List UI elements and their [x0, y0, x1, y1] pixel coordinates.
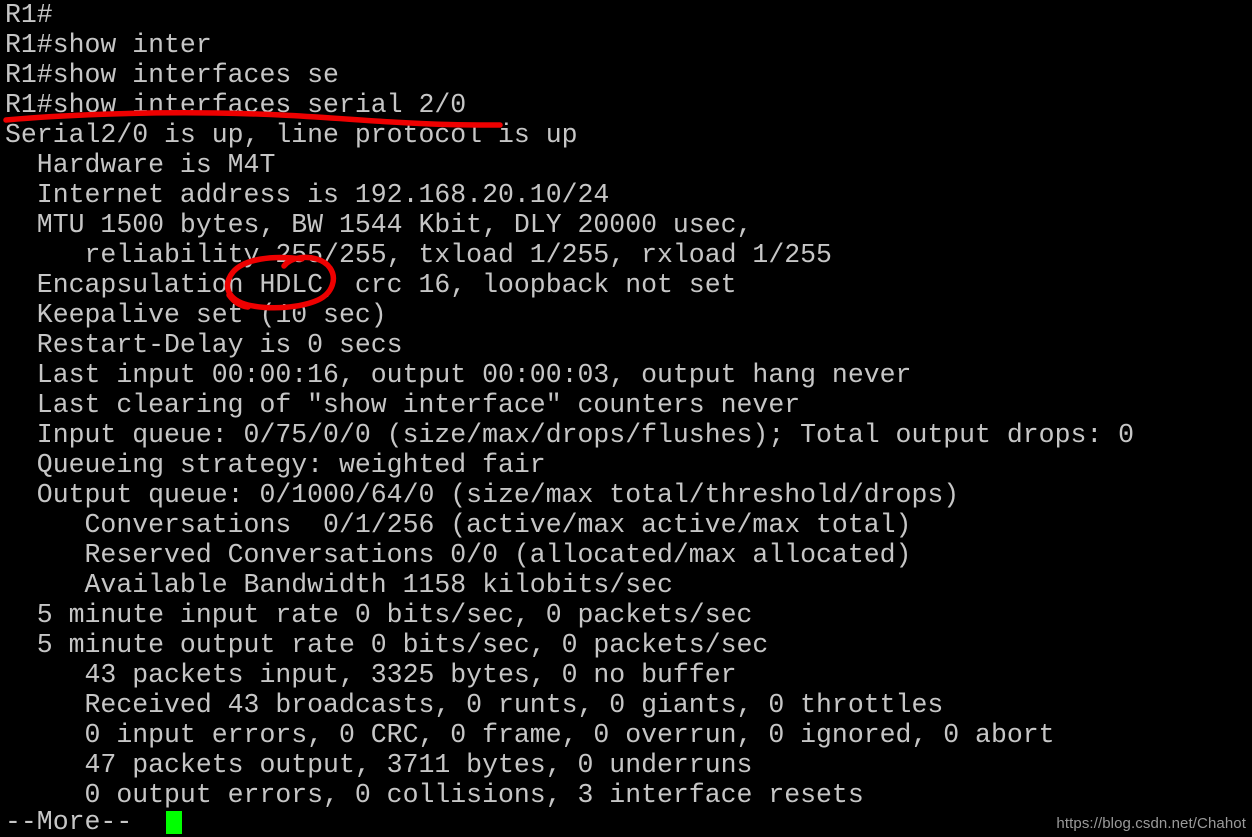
terminal-line: Conversations 0/1/256 (active/max active… [5, 510, 912, 540]
terminal-output[interactable]: R1# R1#show inter R1#show interfaces se … [0, 0, 1252, 837]
terminal-line: Output queue: 0/1000/64/0 (size/max tota… [5, 480, 960, 510]
terminal-line: Internet address is 192.168.20.10/24 [5, 180, 610, 210]
terminal-line: Restart-Delay is 0 secs [5, 330, 403, 360]
terminal-screen: R1# R1#show inter R1#show interfaces se … [0, 0, 1252, 837]
terminal-line-command: R1#show interfaces serial 2/0 [5, 90, 467, 120]
terminal-line: R1# [5, 0, 53, 30]
terminal-line: Queueing strategy: weighted fair [5, 450, 546, 480]
terminal-line: 5 minute output rate 0 bits/sec, 0 packe… [5, 630, 769, 660]
terminal-line: Last input 00:00:16, output 00:00:03, ou… [5, 360, 912, 390]
terminal-line: Last clearing of "show interface" counte… [5, 390, 801, 420]
terminal-line: Hardware is M4T [5, 150, 276, 180]
terminal-line: R1#show interfaces se [5, 60, 339, 90]
terminal-line: Received 43 broadcasts, 0 runts, 0 giant… [5, 690, 944, 720]
terminal-line: Reserved Conversations 0/0 (allocated/ma… [5, 540, 912, 570]
terminal-line: 5 minute input rate 0 bits/sec, 0 packet… [5, 600, 753, 630]
watermark-text: https://blog.csdn.net/Chahot [1056, 815, 1246, 832]
terminal-line: 0 input errors, 0 CRC, 0 frame, 0 overru… [5, 720, 1055, 750]
terminal-line: Keepalive set (10 sec) [5, 300, 387, 330]
terminal-cursor [166, 811, 182, 834]
terminal-line: 43 packets input, 3325 bytes, 0 no buffe… [5, 660, 737, 690]
terminal-line: MTU 1500 bytes, BW 1544 Kbit, DLY 20000 … [5, 210, 753, 240]
terminal-line: R1#show inter [5, 30, 212, 60]
terminal-line: 47 packets output, 3711 bytes, 0 underru… [5, 750, 753, 780]
terminal-line: reliability 255/255, txload 1/255, rxloa… [5, 240, 832, 270]
terminal-line: Input queue: 0/75/0/0 (size/max/drops/fl… [5, 420, 1135, 450]
terminal-line-encapsulation: Encapsulation HDLC, crc 16, loopback not… [5, 270, 737, 300]
terminal-line: Available Bandwidth 1158 kilobits/sec [5, 570, 673, 600]
pager-more-prompt[interactable]: --More-- [5, 807, 132, 837]
terminal-line: 0 output errors, 0 collisions, 3 interfa… [5, 780, 864, 810]
terminal-line: Serial2/0 is up, line protocol is up [5, 120, 578, 150]
